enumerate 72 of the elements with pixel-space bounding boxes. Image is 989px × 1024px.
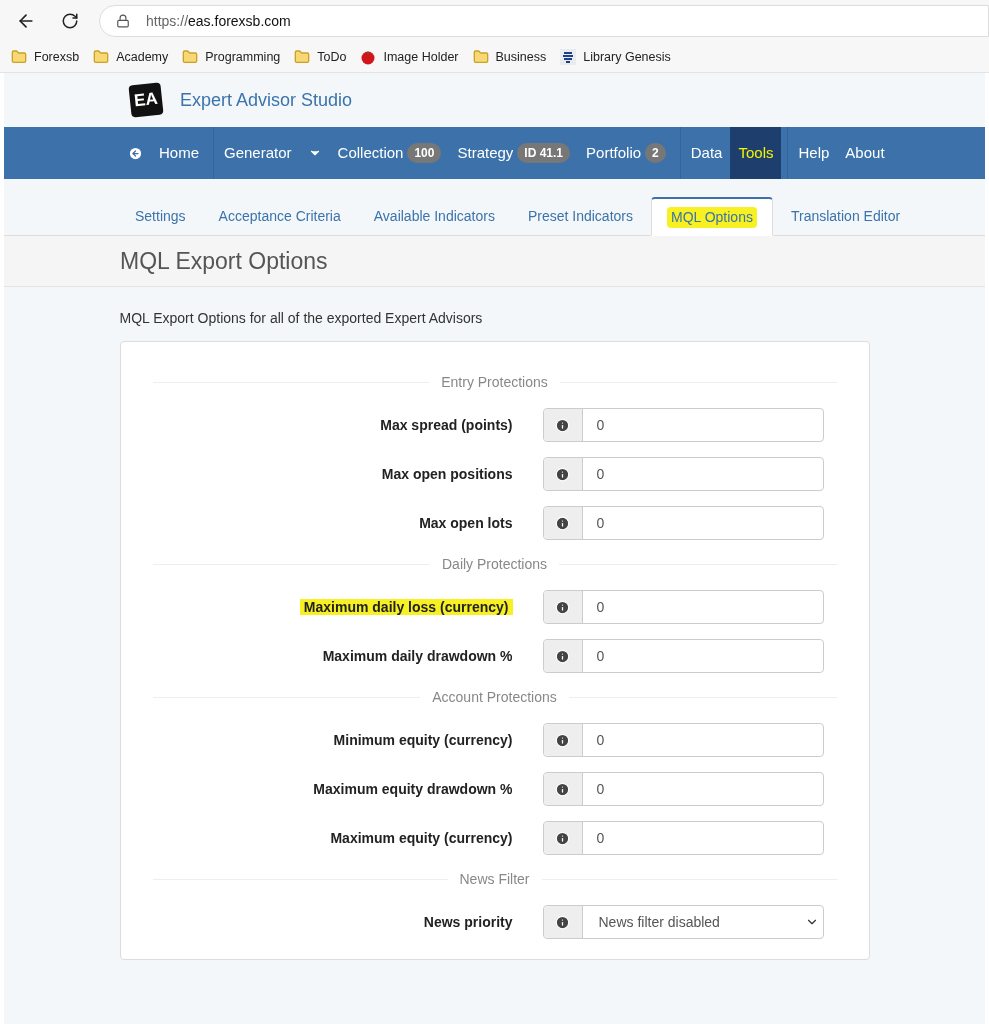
tab[interactable]: Acceptance Criteria (203, 197, 356, 236)
section-heading: News Filter (459, 870, 530, 889)
info-icon (555, 599, 570, 615)
nav-link[interactable]: Strategy ID 41.1 (449, 127, 579, 179)
address-bar[interactable]: https://eas.forexsb.com (99, 5, 989, 37)
bookmark[interactable]: Image Holder (360, 47, 459, 67)
field-label: Max spread (points) (380, 416, 513, 433)
input-field[interactable]: 0 (542, 590, 824, 624)
field-label: Minimum equity (currency) (333, 731, 513, 748)
input-field[interactable]: 0 (542, 772, 824, 806)
bookmark[interactable]: Library Genesis (560, 47, 671, 67)
back-icon (128, 145, 143, 161)
tab[interactable]: MQL Options (651, 197, 773, 236)
folder-icon (11, 49, 27, 65)
field-label: Maximum daily drawdown % (322, 647, 513, 664)
folder-icon (93, 49, 110, 65)
nav-link[interactable]: Portfolio 2 (578, 127, 674, 179)
nav-link[interactable]: Tools (730, 127, 782, 179)
tab[interactable]: Preset Indicators (512, 197, 648, 236)
info-icon (555, 914, 570, 930)
count-badge: ID 41.1 (517, 143, 571, 163)
info-icon (555, 732, 570, 748)
count-badge: 2 (645, 143, 666, 163)
field-label: Maximum equity drawdown % (313, 780, 513, 797)
input-field[interactable]: 0 (542, 408, 824, 442)
bookmark[interactable]: Programming (182, 47, 281, 67)
description-text: MQL Export Options for all of the exported Expert Advisors (119, 309, 484, 328)
folder-icon (294, 49, 311, 65)
nav-link[interactable]: Home (120, 127, 207, 179)
lock-icon (116, 14, 130, 28)
field-label: Max open positions (381, 465, 513, 482)
nav-link[interactable]: Collection 100 (329, 127, 450, 179)
tomato-icon (360, 49, 377, 65)
bookmark[interactable]: Forexsb (11, 47, 80, 67)
tab[interactable]: Available Indicators (358, 197, 510, 236)
folder-icon (182, 49, 199, 65)
input-field[interactable]: 0 (542, 723, 824, 757)
info-icon (555, 648, 570, 664)
nav-link[interactable]: Generator (216, 127, 330, 179)
reload-icon[interactable] (61, 12, 79, 30)
bookmark[interactable]: ToDo (294, 47, 347, 67)
info-icon (555, 515, 570, 531)
nav-link[interactable]: About (837, 127, 893, 179)
section-heading: Daily Protections (442, 555, 548, 574)
app-title[interactable]: Expert Advisor Studio (180, 86, 353, 114)
app-logo[interactable]: EA (128, 82, 164, 118)
input-field[interactable]: 0 (542, 639, 824, 673)
nav-link[interactable]: Help (790, 127, 838, 179)
stack-icon (560, 49, 577, 65)
field-label: Maximum daily loss (currency) (299, 598, 513, 615)
bookmark[interactable]: Academy (93, 47, 169, 67)
field-label: Maximum equity (currency) (330, 829, 513, 846)
info-icon (555, 466, 570, 482)
url-text: https://eas.forexsb.com (146, 11, 291, 31)
folder-icon (472, 49, 489, 65)
info-icon (555, 781, 570, 797)
field-label: News priority (423, 913, 513, 930)
info-icon (555, 417, 570, 433)
field-label: Max open lots (419, 514, 513, 531)
input-field[interactable]: 0 (542, 821, 824, 855)
page-title: MQL Export Options (120, 246, 328, 276)
input-field[interactable]: 0 (542, 457, 824, 491)
tab[interactable]: Settings (120, 197, 201, 236)
select-field[interactable]: News filter disabled (542, 905, 824, 939)
input-field[interactable]: 0 (542, 506, 824, 540)
count-badge: 100 (407, 143, 442, 163)
section-heading: Entry Protections (441, 373, 548, 392)
section-heading: Account Protections (432, 688, 557, 707)
bookmark[interactable]: Business (472, 47, 547, 67)
nav-link[interactable]: Data (682, 127, 731, 179)
info-icon (555, 830, 570, 846)
tab[interactable]: Translation Editor (775, 197, 916, 236)
